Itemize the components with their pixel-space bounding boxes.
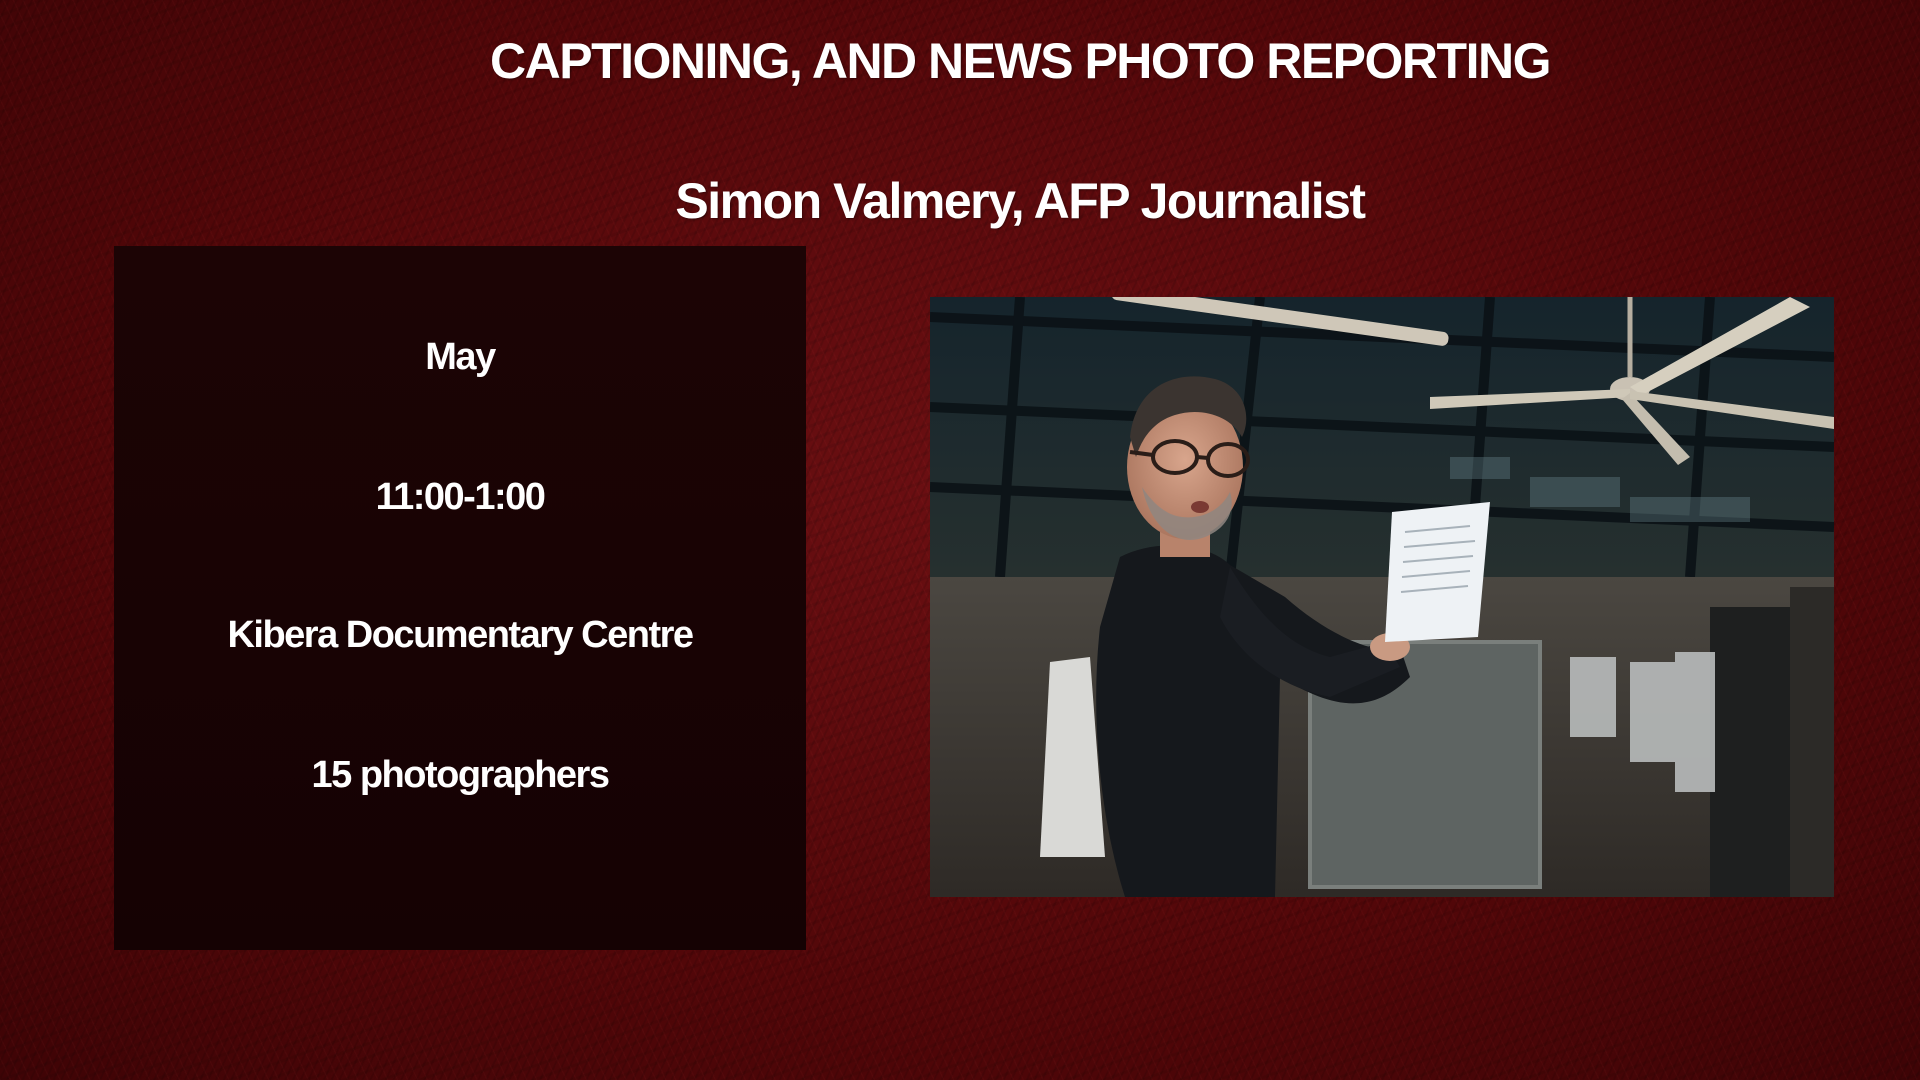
event-time: 11:00-1:00 — [375, 476, 546, 518]
presenter-photo — [930, 297, 1834, 897]
event-venue: Kibera Documentary Centre — [227, 614, 694, 656]
event-date: May — [425, 336, 496, 378]
paper-sheet-icon — [1385, 502, 1490, 642]
event-attendees: 15 photographers — [311, 754, 610, 796]
presenter-name: Simon Valmery, AFP Journalist — [675, 173, 1366, 229]
presenter-photo-illustration — [930, 297, 1834, 897]
slide-title: CAPTIONING, AND NEWS PHOTO REPORTING — [490, 33, 1551, 89]
